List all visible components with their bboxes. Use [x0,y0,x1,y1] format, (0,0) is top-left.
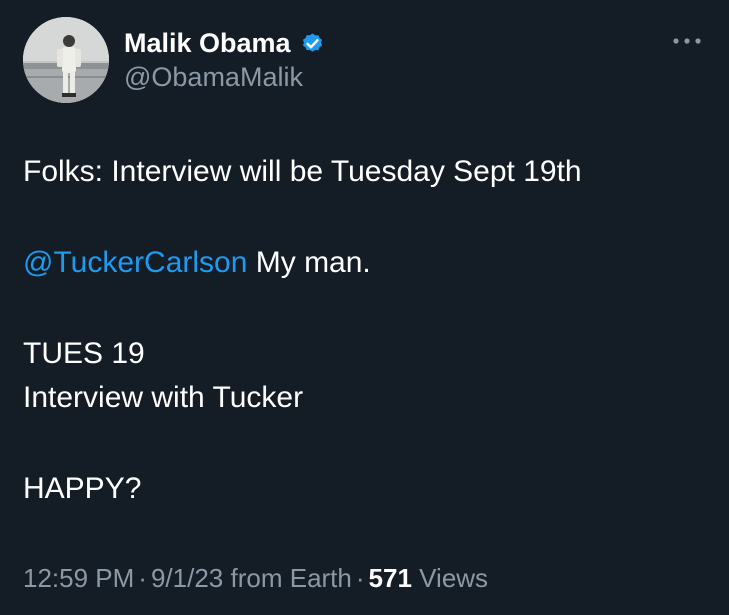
author-name-row: Malik Obama [124,27,326,59]
views-count[interactable]: 571 [369,563,412,593]
views-label: Views [419,563,489,593]
avatar-image [23,17,109,103]
meta-separator: · [355,563,365,593]
mention-link[interactable]: @TuckerCarlson [23,246,247,279]
tweet-card: Malik Obama @ObamaMalik Folks: Interview… [0,0,729,615]
more-options-icon [673,38,701,44]
tweet-text-line-2: @TuckerCarlson My man. [23,245,371,281]
tweet-text-line-4: Interview with Tucker [23,381,304,414]
tweet-time[interactable]: 12:59 PM [23,563,134,593]
display-name[interactable]: Malik Obama [124,27,291,59]
mention-suffix: My man. [247,246,371,279]
tweet-text-line-5: HAPPY? [23,472,142,505]
tweet-text-line-1: Folks: Interview will be Tuesday Sept 19… [23,155,582,188]
tweet-source: from Earth [230,563,352,593]
tweet-text-line-3: TUES 19 [23,337,145,370]
tweet-meta: 12:59 PM · 9/1/23 from Earth · 571 Views [23,561,488,595]
more-options-button[interactable] [668,30,706,52]
verified-badge-icon [302,32,322,52]
meta-separator: · [138,563,147,593]
avatar[interactable] [23,17,109,103]
tweet-date[interactable]: 9/1/23 [151,563,223,593]
author-handle[interactable]: @ObamaMalik [124,61,303,93]
